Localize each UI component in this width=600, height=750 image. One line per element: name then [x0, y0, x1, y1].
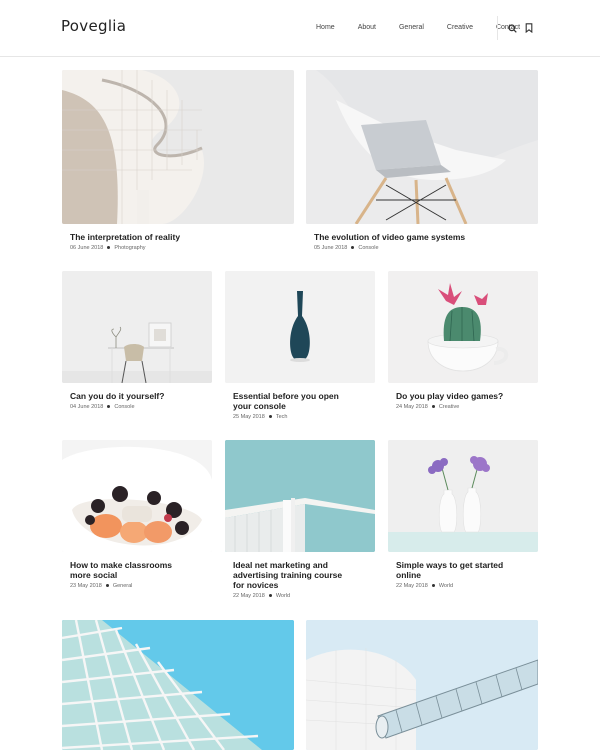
post-meta: 04 June 2018 Console [70, 404, 135, 410]
post-title-line: Ideal net marketing and [233, 560, 328, 570]
post-card[interactable]: Essential before you open your console 2… [225, 271, 375, 431]
post-title[interactable]: Can you do it yourself? [70, 391, 164, 401]
post-card[interactable]: Simple ways to get started online 22 May… [388, 440, 538, 600]
post-date: 24 May 2018 [396, 404, 428, 410]
post-card[interactable]: Do you play video games? 24 May 2018 Crea… [388, 271, 538, 421]
post-image-vase[interactable] [225, 271, 375, 383]
post-date: 23 May 2018 [70, 583, 102, 589]
meta-separator [107, 246, 111, 250]
post-date: 22 May 2018 [233, 593, 265, 599]
post-date: 06 June 2018 [70, 245, 104, 251]
nav-divider [497, 16, 498, 40]
post-meta: 22 May 2018 World [396, 583, 453, 589]
post-date: 25 May 2018 [233, 414, 265, 420]
meta-separator [107, 405, 111, 409]
post-image-cactus[interactable] [388, 271, 538, 383]
post-title-line: Simple ways to get started [396, 560, 504, 570]
post-meta: 23 May 2018 General [70, 583, 132, 589]
post-image-flowers[interactable] [388, 440, 538, 552]
post-title[interactable]: Simple ways to get started online [396, 560, 503, 580]
post-title-line: advertising training course [233, 570, 343, 580]
search-icon[interactable] [507, 22, 517, 34]
post-title-line: Essential before you open [233, 391, 339, 401]
post-category[interactable]: Tech [276, 414, 288, 420]
post-title[interactable]: Ideal net marketing and advertising trai… [233, 560, 342, 590]
site-logo[interactable]: Poveglia [61, 17, 126, 35]
post-category[interactable]: General [113, 583, 133, 589]
post-meta: 24 May 2018 Creative [396, 404, 459, 410]
nav-item-home[interactable]: Home [316, 24, 335, 31]
post-title-line: online [396, 570, 422, 580]
post-title-line: for novices [233, 580, 279, 590]
post-title-line: How to make classrooms [70, 560, 173, 570]
post-title[interactable]: How to make classrooms more social [70, 560, 172, 580]
nav-item-general[interactable]: General [399, 24, 424, 31]
post-category[interactable]: World [276, 593, 290, 599]
post-category[interactable]: Creative [439, 404, 459, 410]
post-image-glass-tower[interactable] [62, 620, 294, 750]
post-title[interactable]: Do you play video games? [396, 391, 503, 401]
post-title[interactable]: The interpretation of reality [70, 232, 180, 242]
post-card[interactable] [306, 620, 538, 750]
post-date: 04 June 2018 [70, 404, 104, 410]
meta-separator [431, 584, 435, 588]
post-card[interactable]: How to make classrooms more social 23 Ma… [62, 440, 212, 600]
post-meta: 06 June 2018 Photography [70, 245, 146, 251]
post-card[interactable] [62, 620, 294, 750]
meta-separator [431, 405, 435, 409]
nav-item-about[interactable]: About [358, 24, 376, 31]
post-image-skybridge[interactable] [306, 620, 538, 750]
meta-separator [268, 415, 272, 419]
meta-separator [268, 594, 272, 598]
post-title[interactable]: The evolution of video game systems [314, 232, 465, 242]
nav-item-creative[interactable]: Creative [447, 24, 473, 31]
post-category[interactable]: World [439, 583, 453, 589]
post-image-building-teal[interactable] [225, 440, 375, 552]
post-category[interactable]: Console [358, 245, 378, 251]
post-card[interactable]: Can you do it yourself? 04 June 2018 Cons… [62, 271, 212, 421]
post-card[interactable]: The interpretation of reality 06 June 20… [62, 70, 294, 260]
post-date: 22 May 2018 [396, 583, 428, 589]
meta-separator [351, 246, 355, 250]
bookmark-icon[interactable] [524, 22, 534, 34]
post-category[interactable]: Photography [114, 245, 145, 251]
post-date: 05 June 2018 [314, 245, 348, 251]
post-image-laptop-chair[interactable] [306, 70, 538, 224]
meta-separator [105, 584, 109, 588]
site-header: Poveglia Home About General Creative Con… [0, 0, 600, 57]
post-title-line: more social [70, 570, 118, 580]
post-card[interactable]: The evolution of video game systems 05 J… [306, 70, 538, 260]
post-title-line: your console [233, 401, 286, 411]
post-meta: 05 June 2018 Console [314, 245, 379, 251]
post-meta: 25 May 2018 Tech [233, 414, 287, 420]
post-card[interactable]: Ideal net marketing and advertising trai… [225, 440, 375, 610]
post-category[interactable]: Console [114, 404, 134, 410]
post-image-berries[interactable] [62, 440, 212, 552]
post-image-architecture[interactable] [62, 70, 294, 224]
post-title[interactable]: Essential before you open your console [233, 391, 339, 411]
post-meta: 22 May 2018 World [233, 593, 290, 599]
post-image-desk[interactable] [62, 271, 212, 383]
